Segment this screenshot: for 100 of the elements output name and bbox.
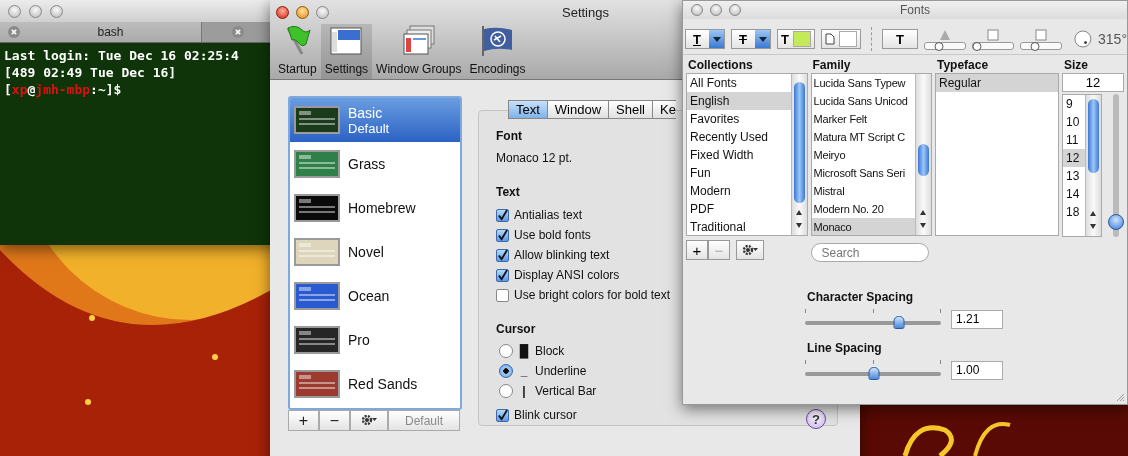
size-item[interactable]: 12 <box>1063 149 1085 167</box>
family-item[interactable]: Lucida Sans Typew <box>811 74 915 92</box>
close-icon[interactable] <box>8 26 20 38</box>
collection-item[interactable]: Fixed Width <box>687 146 791 164</box>
text-color-button[interactable]: T <box>776 29 815 49</box>
checkbox[interactable] <box>496 248 509 262</box>
profile-item[interactable]: Pro <box>290 318 460 362</box>
family-item[interactable]: Mistral <box>811 182 915 200</box>
collection-item[interactable]: Modern <box>687 182 791 200</box>
profile-item[interactable]: Red Sands <box>290 362 460 406</box>
scrollbar[interactable] <box>915 74 931 235</box>
strikethrough-button[interactable]: T <box>730 29 771 49</box>
profile-item[interactable]: Homebrew <box>290 186 460 230</box>
section-heading: Cursor <box>496 322 536 336</box>
scroll-thumb[interactable] <box>793 82 805 203</box>
column-heading: Size <box>1063 58 1089 73</box>
profile-name: Homebrew <box>348 200 416 216</box>
radio-label: Block <box>535 344 565 358</box>
angle-dial[interactable] <box>1074 29 1093 49</box>
spacing-slider[interactable] <box>805 360 941 380</box>
zoom-button[interactable] <box>50 4 63 18</box>
zoom-button[interactable] <box>316 5 329 19</box>
tab[interactable]: Ke <box>652 100 676 119</box>
toolbar-button[interactable]: Startup <box>274 24 321 79</box>
shadow-slider[interactable] <box>924 41 967 50</box>
add-button[interactable]: + <box>686 240 708 260</box>
minimize-button[interactable] <box>296 5 309 19</box>
collection-item[interactable]: Traditional <box>687 218 791 235</box>
checkbox-label: Display ANSI colors <box>514 268 620 282</box>
family-item[interactable]: Meiryo <box>811 146 915 164</box>
close-button[interactable] <box>691 4 703 16</box>
family-item[interactable]: Monaco <box>811 218 915 235</box>
document-color-button[interactable] <box>820 29 861 49</box>
underline-button[interactable]: T <box>685 29 725 49</box>
remove-button[interactable]: − <box>319 410 350 431</box>
close-button[interactable] <box>8 4 21 18</box>
collection-item[interactable]: All Fonts <box>687 74 791 92</box>
size-item[interactable]: 14 <box>1063 185 1085 203</box>
cursor-glyph: █ <box>518 344 530 358</box>
scrollbar[interactable] <box>790 74 807 235</box>
spacing-slider[interactable] <box>805 309 941 329</box>
size-item[interactable]: 10 <box>1063 113 1085 131</box>
checkbox[interactable] <box>496 408 509 422</box>
scroll-thumb[interactable] <box>918 144 929 176</box>
collection-item[interactable]: PDF <box>687 200 791 218</box>
scrollbar[interactable] <box>1085 95 1101 236</box>
zoom-button[interactable] <box>729 4 741 16</box>
checkbox[interactable] <box>496 288 509 302</box>
collection-item[interactable]: English <box>687 92 791 110</box>
toolbar-button[interactable]: Settings <box>320 24 373 79</box>
minimize-button[interactable] <box>710 4 722 16</box>
radio-label: Vertical Bar <box>535 384 597 398</box>
family-item[interactable]: Marker Felt <box>811 110 915 128</box>
help-button[interactable]: ? <box>806 409 826 429</box>
profile-item[interactable]: Basic Default <box>290 98 460 142</box>
family-item[interactable]: Lucida Sans Unicod <box>811 92 915 110</box>
size-item[interactable]: 18 <box>1063 203 1085 221</box>
spacing-field[interactable]: 1.00 <box>951 360 1003 380</box>
add-button[interactable]: + <box>288 410 319 431</box>
shadow-slider[interactable] <box>972 41 1015 50</box>
size-item[interactable]: 11 <box>1063 131 1085 149</box>
profile-item[interactable]: Grass <box>290 142 460 186</box>
checkbox-label: Antialias text <box>514 208 583 222</box>
scroll-thumb[interactable] <box>1088 99 1099 173</box>
spacing-field[interactable]: 1.21 <box>951 309 1003 329</box>
radio-button[interactable] <box>499 344 513 358</box>
checkbox[interactable] <box>496 268 509 282</box>
tab[interactable]: Text <box>508 100 548 119</box>
size-item[interactable]: 9 <box>1063 95 1085 113</box>
size-item[interactable]: 13 <box>1063 167 1085 185</box>
close-button[interactable] <box>276 5 289 19</box>
square-icon <box>1035 28 1048 41</box>
profile-item[interactable]: Novel <box>290 230 460 274</box>
collection-item[interactable]: Favorites <box>687 110 791 128</box>
close-icon[interactable] <box>232 26 244 38</box>
search-field[interactable]: Search <box>810 243 929 262</box>
radio-button[interactable] <box>499 384 513 398</box>
radio-button[interactable] <box>499 364 513 378</box>
collection-item[interactable]: Fun <box>687 164 791 182</box>
typeface-item[interactable]: Regular <box>936 74 1058 92</box>
terminal-tab[interactable]: bash <box>0 22 202 42</box>
checkbox[interactable] <box>496 208 509 222</box>
profile-item[interactable]: Ocean <box>290 274 460 318</box>
family-item[interactable]: Modern No. 20 <box>811 200 915 218</box>
checkbox[interactable] <box>496 228 509 242</box>
shadow-button[interactable]: T <box>881 29 919 49</box>
size-field[interactable]: 12 <box>1062 73 1124 92</box>
tab[interactable]: Window <box>546 100 610 119</box>
gear-menu-button[interactable] <box>736 240 764 260</box>
family-item[interactable]: Matura MT Script C <box>811 128 915 146</box>
resize-grip[interactable] <box>1115 392 1125 402</box>
toolbar-button[interactable]: Window Groups <box>372 24 466 79</box>
size-slider[interactable] <box>1108 94 1124 237</box>
tab[interactable]: Shell <box>608 100 653 119</box>
minimize-button[interactable] <box>29 4 42 18</box>
gear-menu-button[interactable] <box>350 410 388 431</box>
shadow-slider[interactable] <box>1020 41 1063 50</box>
collection-item[interactable]: Recently Used <box>687 128 791 146</box>
toolbar-button[interactable]: Encodings <box>465 24 530 79</box>
family-item[interactable]: Microsoft Sans Seri <box>811 164 915 182</box>
